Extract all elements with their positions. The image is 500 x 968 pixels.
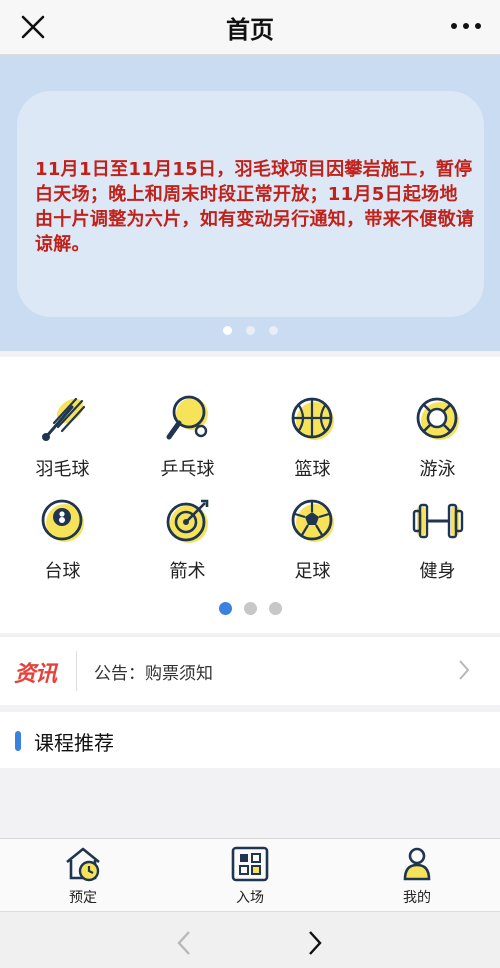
category-archery[interactable]: 箭术	[125, 495, 250, 595]
page-title: 首页	[226, 16, 274, 44]
announcement-banner[interactable]: 11月1日至11月15日，羽毛球项目因攀岩施工，暂停白天场；晚上和周末时段正常开…	[0, 55, 500, 351]
category-pagination	[0, 600, 500, 619]
category-swimming[interactable]: 游泳	[375, 393, 500, 493]
football-icon	[291, 499, 334, 542]
news-notice[interactable]: 公告：购票须知	[94, 659, 213, 684]
category-basketball[interactable]: 篮球	[250, 393, 375, 493]
category-football[interactable]: 足球	[250, 495, 375, 595]
news-logo: 资讯	[14, 662, 57, 687]
qr-entry-icon	[231, 846, 269, 882]
banner-dot[interactable]	[222, 326, 232, 335]
category-billiards[interactable]: 台球	[0, 495, 125, 595]
back-arrow-icon[interactable]	[176, 930, 192, 956]
badminton-icon	[41, 397, 85, 441]
booking-icon	[66, 847, 100, 882]
profile-icon	[403, 847, 431, 881]
basketball-icon	[291, 397, 334, 440]
category-badminton[interactable]: 羽毛球	[0, 393, 125, 493]
banner-text: 11月1日至11月15日，羽毛球项目因攀岩施工，暂停白天场；晚上和周末时段正常开…	[35, 159, 475, 255]
ping-pong-icon	[166, 395, 208, 440]
bottom-tab-bar: 预定 入场 我的	[0, 838, 500, 911]
chevron-right-icon[interactable]	[458, 659, 470, 681]
banner-pagination	[0, 320, 500, 339]
banner-card: 11月1日至11月15日，羽毛球项目因攀岩施工，暂停白天场；晚上和周末时段正常开…	[17, 91, 484, 317]
category-label: 羽毛球	[35, 459, 90, 480]
banner-dot[interactable]	[245, 326, 255, 335]
browser-navigation	[0, 911, 500, 968]
tab-profile[interactable]: 我的	[367, 845, 467, 907]
forward-arrow-icon[interactable]	[307, 930, 323, 956]
category-label: 箭术	[169, 561, 206, 582]
tab-booking[interactable]: 预定	[33, 845, 133, 907]
tab-label: 入场	[236, 890, 264, 906]
category-label: 足球	[294, 561, 331, 582]
swimming-icon	[416, 397, 459, 440]
sport-category-grid: 羽毛球 乒乓球 篮球 游泳 台球 箭术 足球 健身	[0, 357, 500, 633]
category-label: 篮球	[294, 459, 331, 480]
course-section: 课程推荐	[0, 712, 500, 768]
category-page-dot[interactable]	[243, 602, 257, 615]
category-fitness[interactable]: 健身	[375, 495, 500, 595]
category-page-dot[interactable]	[268, 602, 282, 615]
more-options-icon[interactable]	[450, 18, 482, 34]
category-label: 乒乓球	[160, 459, 215, 480]
billiards-icon	[41, 499, 84, 542]
tab-label: 预定	[69, 890, 97, 906]
category-label: 游泳	[419, 459, 456, 480]
divider	[76, 651, 77, 691]
news-bar[interactable]: 资讯 公告：购票须知	[0, 636, 500, 705]
category-label: 健身	[419, 561, 456, 582]
tab-entry[interactable]: 入场	[200, 845, 300, 907]
section-title: 课程推荐	[34, 731, 114, 755]
archery-icon	[166, 499, 208, 543]
tab-label: 我的	[403, 890, 431, 906]
fitness-icon	[412, 503, 463, 539]
section-marker	[15, 731, 21, 751]
top-bar: 首页	[0, 0, 500, 55]
banner-dot[interactable]	[268, 326, 278, 335]
category-label: 台球	[44, 561, 81, 582]
category-page-dot[interactable]	[218, 602, 232, 615]
category-ping-pong[interactable]: 乒乓球	[125, 393, 250, 493]
